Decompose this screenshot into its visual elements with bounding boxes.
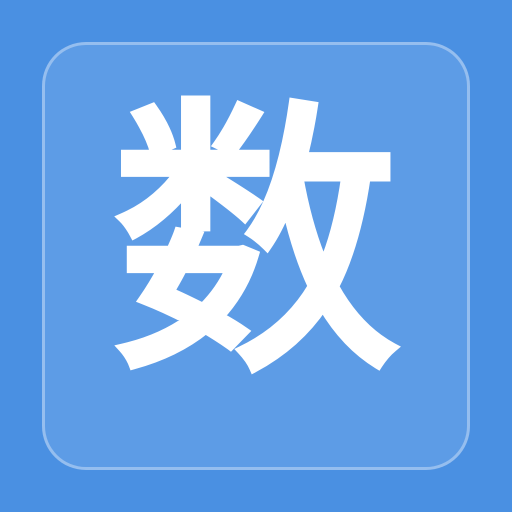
- app-icon-character: 数: [111, 76, 401, 413]
- app-icon-tile: 数: [42, 42, 470, 470]
- app-icon-background: 数: [0, 0, 512, 512]
